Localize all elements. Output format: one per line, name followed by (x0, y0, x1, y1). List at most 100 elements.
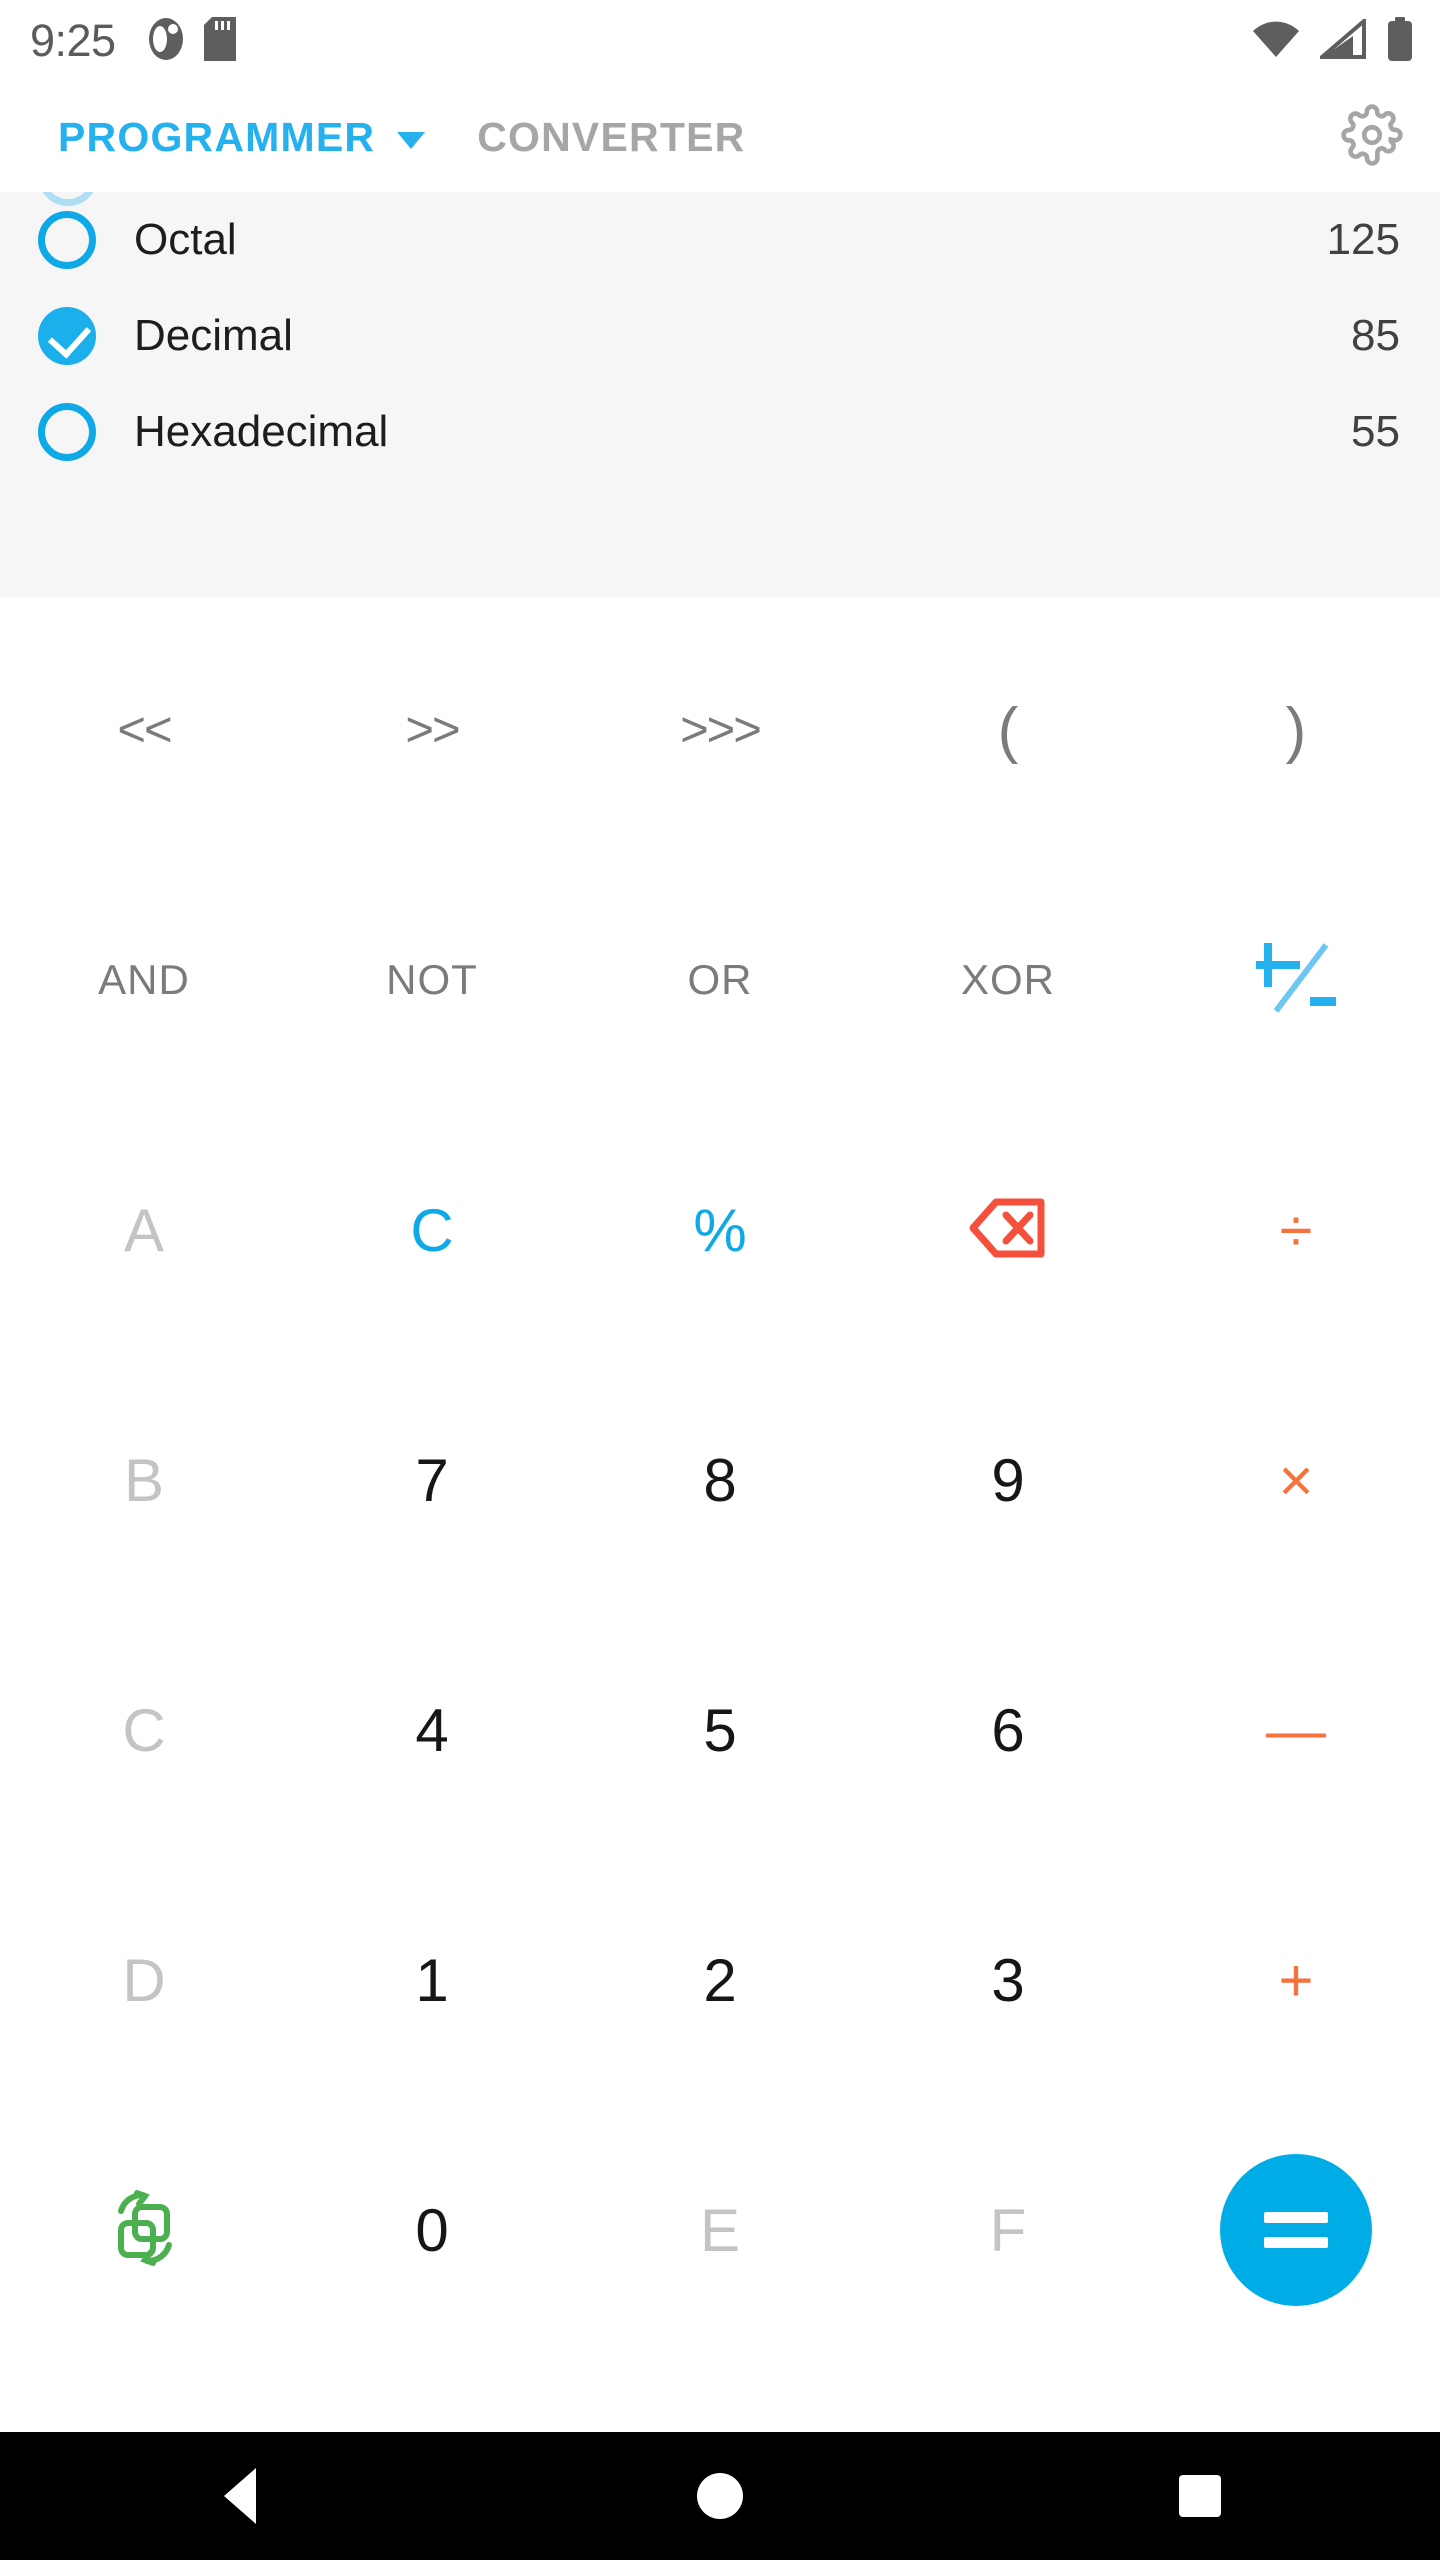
keypad-row-shift: << >> >>> ( ) (0, 605, 1440, 855)
percent-label: % (693, 1196, 747, 1264)
plus-key[interactable]: + (1152, 1855, 1440, 2105)
base-label-hexadecimal: Hexadecimal (134, 407, 389, 456)
equals-bar-top (1264, 2212, 1328, 2223)
equals-fab[interactable] (1220, 2154, 1372, 2306)
recents-square-icon (1179, 2475, 1221, 2517)
tab-programmer[interactable]: PROGRAMMER (58, 114, 375, 161)
hex-f-key[interactable]: F (864, 2105, 1152, 2355)
status-bar-clock: 9:25 (30, 15, 116, 66)
wifi-icon (1252, 19, 1300, 64)
base-value-hexadecimal: 55 (1351, 407, 1400, 456)
chevron-down-icon[interactable] (397, 131, 426, 149)
nav-back-button[interactable] (180, 2436, 300, 2556)
keypad-row-b: B 7 8 9 × (0, 1355, 1440, 1605)
or-key[interactable]: OR (576, 855, 864, 1105)
digit-6-key[interactable]: 6 (864, 1605, 1152, 1855)
digit-1-key[interactable]: 1 (288, 1855, 576, 2105)
digit-4-label: 4 (415, 1696, 449, 1764)
shift-right-label: >> (405, 703, 460, 757)
settings-button[interactable] (1334, 99, 1410, 175)
percent-key[interactable]: % (576, 1105, 864, 1355)
minus-key[interactable]: — (1152, 1605, 1440, 1855)
digit-0-key[interactable]: 0 (288, 2105, 576, 2355)
keypad-row-d: D 1 2 3 + (0, 1855, 1440, 2105)
minus-label: — (1266, 1696, 1326, 1764)
close-paren-label: ) (1285, 695, 1307, 765)
keypad: << >> >>> ( ) AND NOT OR XOR A C % ÷ B 7… (0, 597, 1440, 2355)
base-value-octal: 125 (1326, 215, 1400, 264)
battery-icon (1386, 16, 1414, 66)
base-label-decimal: Decimal (134, 311, 293, 360)
base-value-decimal: 85 (1351, 311, 1400, 360)
convert-swap-key[interactable] (0, 2105, 288, 2355)
hex-e-label: E (699, 2196, 741, 2264)
hex-e-key[interactable]: E (576, 2105, 864, 2355)
not-label: NOT (386, 956, 478, 1003)
backspace-key[interactable] (864, 1105, 1152, 1355)
hex-f-label: F (989, 2196, 1027, 2264)
equals-key[interactable] (1152, 2105, 1440, 2355)
shift-right-key[interactable]: >> (288, 605, 576, 855)
digit-8-key[interactable]: 8 (576, 1355, 864, 1605)
digit-1-label: 1 (415, 1946, 449, 2014)
xor-key[interactable]: XOR (864, 855, 1152, 1105)
hex-a-key[interactable]: A (0, 1105, 288, 1355)
radio-octal[interactable] (38, 211, 96, 269)
not-key[interactable]: NOT (288, 855, 576, 1105)
app-notification-icon (146, 16, 186, 67)
or-label: OR (687, 956, 753, 1003)
plus-label: + (1278, 1946, 1314, 2014)
shift-left-key[interactable]: << (0, 605, 288, 855)
open-paren-key[interactable]: ( (864, 605, 1152, 855)
radio-hexadecimal[interactable] (38, 403, 96, 461)
android-navigation-bar (0, 2432, 1440, 2560)
hex-c-key[interactable]: C (0, 1605, 288, 1855)
digit-9-key[interactable]: 9 (864, 1355, 1152, 1605)
multiply-key[interactable]: × (1152, 1355, 1440, 1605)
divide-label: ÷ (1279, 1196, 1313, 1264)
digit-7-key[interactable]: 7 (288, 1355, 576, 1605)
plus-minus-icon (1252, 939, 1340, 1022)
open-paren-label: ( (997, 695, 1019, 765)
digit-0-label: 0 (415, 2196, 449, 2264)
nav-home-button[interactable] (660, 2436, 780, 2556)
digit-2-key[interactable]: 2 (576, 1855, 864, 2105)
clear-key[interactable]: C (288, 1105, 576, 1355)
and-label: AND (98, 956, 190, 1003)
hex-b-label: B (123, 1446, 165, 1514)
close-paren-key[interactable]: ) (1152, 605, 1440, 855)
divide-key[interactable]: ÷ (1152, 1105, 1440, 1355)
hex-d-key[interactable]: D (0, 1855, 288, 2105)
keypad-row-e: 0 E F (0, 2105, 1440, 2355)
xor-label: XOR (960, 956, 1055, 1003)
keypad-row-c: C 4 5 6 — (0, 1605, 1440, 1855)
radio-decimal[interactable] (38, 307, 96, 365)
multiply-label: × (1278, 1446, 1314, 1514)
unsigned-shift-right-key[interactable]: >>> (576, 605, 864, 855)
base-row-decimal[interactable]: Decimal 85 (38, 288, 1400, 384)
base-row-hexadecimal[interactable]: Hexadecimal 55 (38, 384, 1400, 480)
base-label-octal: Octal (134, 215, 237, 264)
tab-converter[interactable]: CONVERTER (477, 114, 745, 161)
digit-4-key[interactable]: 4 (288, 1605, 576, 1855)
base-display-panel[interactable]: Octal 125 Decimal 85 Hexadecimal 55 (0, 192, 1440, 597)
nav-recents-button[interactable] (1140, 2436, 1260, 2556)
convert-swap-icon (101, 2185, 187, 2276)
shift-left-label: << (117, 703, 172, 757)
hex-a-label: A (123, 1196, 165, 1264)
base-row-octal[interactable]: Octal 125 (38, 192, 1400, 288)
digit-3-key[interactable]: 3 (864, 1855, 1152, 2105)
digit-9-label: 9 (991, 1446, 1025, 1514)
digit-3-label: 3 (991, 1946, 1025, 2014)
backspace-icon (968, 1197, 1048, 1264)
hex-c-label: C (122, 1696, 166, 1764)
keypad-row-a: A C % ÷ (0, 1105, 1440, 1355)
hex-b-key[interactable]: B (0, 1355, 288, 1605)
hex-d-label: D (122, 1946, 166, 2014)
digit-5-label: 5 (703, 1696, 737, 1764)
equals-bar-bottom (1264, 2237, 1328, 2248)
and-key[interactable]: AND (0, 855, 288, 1105)
plus-minus-key[interactable] (1152, 855, 1440, 1105)
digit-5-key[interactable]: 5 (576, 1605, 864, 1855)
unsigned-shift-right-label: >>> (680, 703, 762, 757)
